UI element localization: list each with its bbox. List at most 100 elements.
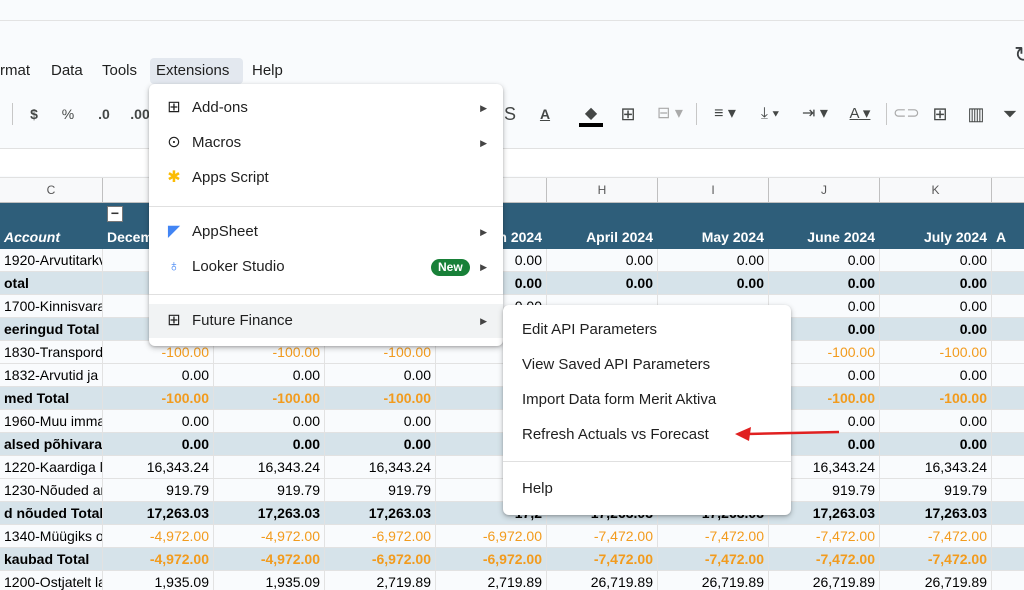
text-color-button[interactable]: A [535, 99, 555, 129]
value-cell[interactable]: -4,972.00 [103, 548, 214, 571]
value-cell[interactable]: 1,935.09 [103, 571, 214, 590]
value-cell[interactable]: 0.00 [880, 318, 992, 341]
column-header-i[interactable]: I [658, 178, 769, 204]
insert-chart-icon[interactable]: ▥ [964, 99, 988, 129]
column-header[interactable] [992, 178, 1024, 204]
column-header-k[interactable]: K [880, 178, 992, 204]
value-cell[interactable]: 919.79 [325, 479, 436, 502]
value-cell[interactable]: 16,343.24 [880, 456, 992, 479]
value-cell[interactable]: -6,972.00 [436, 525, 547, 548]
account-cell[interactable]: kaubad Total [0, 548, 103, 571]
menu-item-view-saved-api-parameters[interactable]: View Saved API Parameters [503, 348, 791, 382]
account-cell[interactable]: 1920-Arvutitarkv [0, 249, 103, 272]
value-cell[interactable]: -100.00 [214, 387, 325, 410]
account-cell[interactable]: eeringud Total [0, 318, 103, 341]
value-cell[interactable]: -4,972.00 [214, 548, 325, 571]
value-cell[interactable] [992, 249, 1024, 272]
value-cell[interactable]: 0.00 [880, 364, 992, 387]
menu-item-apps-script[interactable]: ✱ Apps Script [149, 161, 503, 195]
value-cell[interactable]: 17,263.03 [325, 502, 436, 525]
column-header-j[interactable]: J [769, 178, 880, 204]
value-cell[interactable]: 17,263.03 [880, 502, 992, 525]
value-cell[interactable] [992, 571, 1024, 590]
menu-item-import-data-merit-aktiva[interactable]: Import Data form Merit Aktiva [503, 383, 791, 417]
value-cell[interactable]: 1,935.09 [214, 571, 325, 590]
value-cell[interactable]: 0.00 [325, 364, 436, 387]
value-cell[interactable] [992, 364, 1024, 387]
value-cell[interactable]: -100.00 [103, 387, 214, 410]
value-cell[interactable]: 0.00 [103, 364, 214, 387]
value-cell[interactable]: 17,263.03 [103, 502, 214, 525]
currency-format-button[interactable]: $ [24, 99, 44, 129]
menu-item-macros[interactable]: ⊙ Macros ▶ [149, 126, 503, 160]
value-cell[interactable]: 2,719.89 [325, 571, 436, 590]
history-icon[interactable]: ↻ [1014, 42, 1024, 68]
value-cell[interactable]: -4,972.00 [214, 525, 325, 548]
column-header-h[interactable]: H [547, 178, 658, 204]
value-cell[interactable]: -6,972.00 [325, 548, 436, 571]
value-cell[interactable]: 0.00 [325, 433, 436, 456]
value-cell[interactable] [992, 456, 1024, 479]
account-cell[interactable]: 1832-Arvutid ja a [0, 364, 103, 387]
value-cell[interactable]: -6,972.00 [436, 548, 547, 571]
menu-data[interactable]: Data [45, 58, 89, 84]
account-cell[interactable]: 1340-Müügiks o [0, 525, 103, 548]
value-cell[interactable]: -7,472.00 [658, 548, 769, 571]
menu-item-appsheet[interactable]: ◤ AppSheet ▶ [149, 215, 503, 249]
value-cell[interactable]: 0.00 [880, 249, 992, 272]
value-cell[interactable] [992, 295, 1024, 318]
value-cell[interactable]: 0.00 [880, 272, 992, 295]
value-cell[interactable] [992, 525, 1024, 548]
value-cell[interactable] [992, 318, 1024, 341]
merge-cells-icon[interactable]: ⊟ ▾ [652, 99, 688, 129]
text-wrapping-icon[interactable]: ⇥ ▾ [795, 99, 835, 129]
value-cell[interactable]: 0.00 [103, 433, 214, 456]
menu-item-help[interactable]: Help [503, 472, 791, 506]
column-header-c[interactable]: C [0, 178, 103, 204]
value-cell[interactable]: -7,472.00 [880, 548, 992, 571]
decrease-decimal-button[interactable]: .0 [92, 99, 116, 129]
vertical-align-icon[interactable]: ⤓ ▾ [750, 99, 790, 129]
value-cell[interactable]: -7,472.00 [880, 525, 992, 548]
value-cell[interactable]: -100.00 [880, 387, 992, 410]
value-cell[interactable]: 26,719.89 [547, 571, 658, 590]
horizontal-align-icon[interactable]: ≡ ▾ [705, 99, 745, 129]
menu-help[interactable]: Help [246, 58, 289, 84]
value-cell[interactable]: 0.00 [658, 272, 769, 295]
menu-tools[interactable]: Tools [96, 58, 143, 84]
menu-format[interactable]: rmat [0, 58, 36, 84]
value-cell[interactable]: -7,472.00 [547, 548, 658, 571]
account-cell[interactable]: 1960-Muu imma [0, 410, 103, 433]
menu-item-add-ons[interactable]: ⊞ Add-ons ▶ [149, 91, 503, 125]
value-cell[interactable]: 0.00 [214, 433, 325, 456]
value-cell[interactable]: 0.00 [214, 364, 325, 387]
value-cell[interactable]: -100.00 [325, 387, 436, 410]
value-cell[interactable]: 0.00 [547, 272, 658, 295]
account-cell[interactable]: 1700-Kinnisvara [0, 295, 103, 318]
filter-icon[interactable]: ⏷ [998, 99, 1022, 129]
value-cell[interactable]: -100.00 [880, 341, 992, 364]
value-cell[interactable] [992, 502, 1024, 525]
value-cell[interactable]: 919.79 [103, 479, 214, 502]
value-cell[interactable]: 0.00 [658, 249, 769, 272]
menu-item-edit-api-parameters[interactable]: Edit API Parameters [503, 313, 791, 347]
value-cell[interactable] [992, 341, 1024, 364]
account-cell[interactable]: 1830-Transpordi [0, 341, 103, 364]
value-cell[interactable] [992, 410, 1024, 433]
value-cell[interactable]: 16,343.24 [325, 456, 436, 479]
value-cell[interactable]: 26,719.89 [880, 571, 992, 590]
account-cell[interactable]: med Total [0, 387, 103, 410]
value-cell[interactable]: -7,472.00 [769, 525, 880, 548]
value-cell[interactable]: 919.79 [880, 479, 992, 502]
value-cell[interactable] [992, 433, 1024, 456]
value-cell[interactable]: 0.00 [769, 249, 880, 272]
value-cell[interactable] [992, 387, 1024, 410]
value-cell[interactable]: 17,263.03 [214, 502, 325, 525]
value-cell[interactable]: 0.00 [769, 272, 880, 295]
text-rotation-icon[interactable]: A ▾ [840, 99, 880, 129]
value-cell[interactable] [992, 479, 1024, 502]
value-cell[interactable]: 16,343.24 [214, 456, 325, 479]
account-cell[interactable]: 1200-Ostjatelt la [0, 571, 103, 590]
account-cell[interactable]: d nõuded Total [0, 502, 103, 525]
value-cell[interactable]: -7,472.00 [769, 548, 880, 571]
